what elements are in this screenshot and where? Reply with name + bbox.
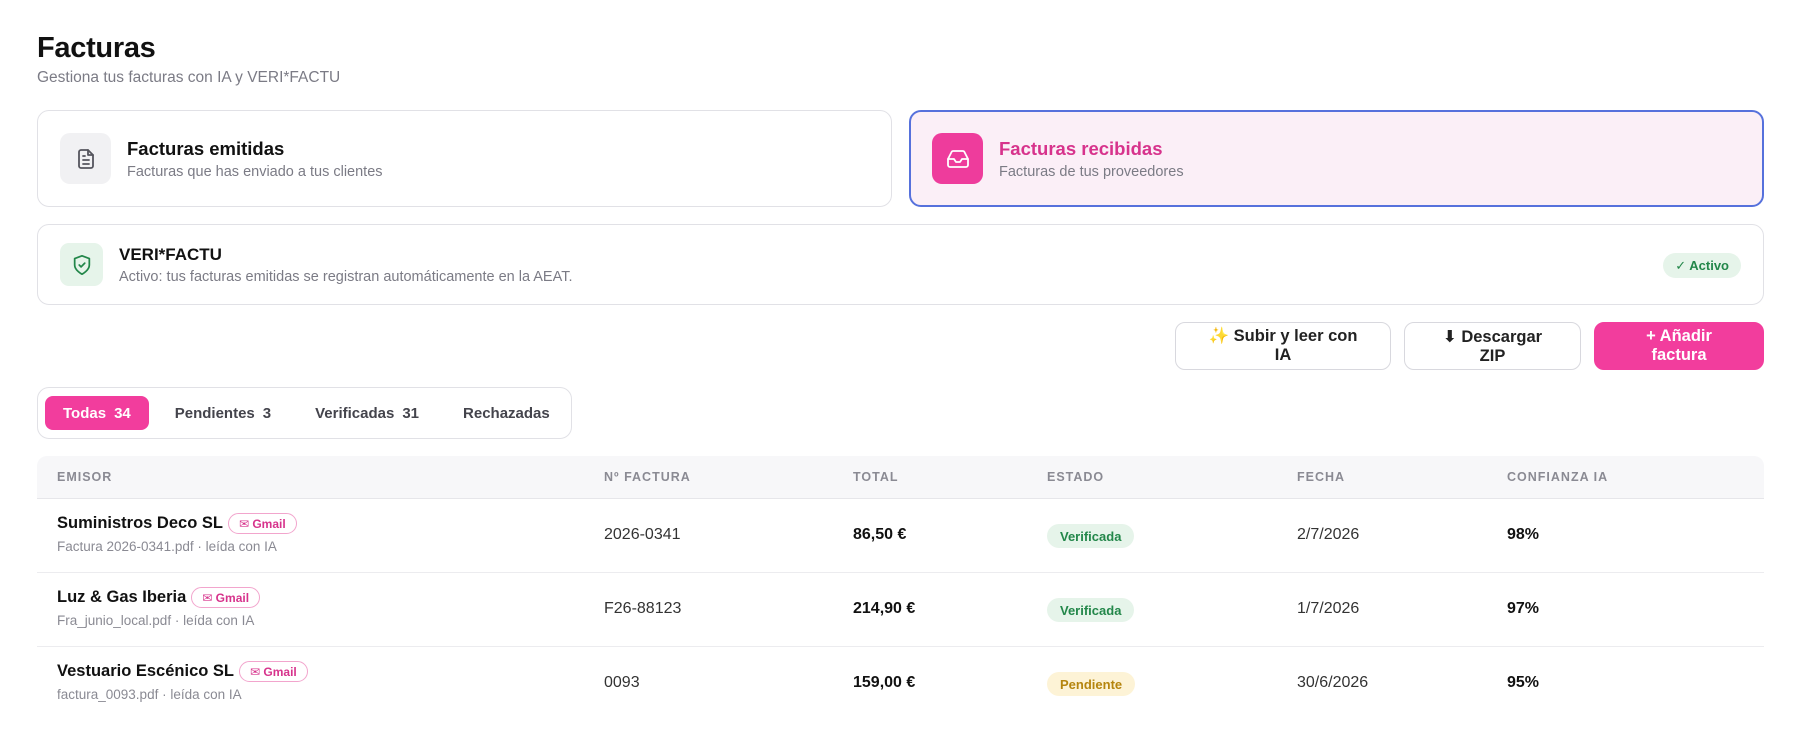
- tab-pending[interactable]: Pendientes 3: [157, 396, 289, 430]
- file-name: Fra_junio_local.pdf · leída con IA: [57, 613, 255, 628]
- col-header-estado[interactable]: ESTADO: [1047, 470, 1104, 484]
- invoice-number: F26-88123: [604, 600, 682, 617]
- verifactu-title: VERI*FACTU: [119, 244, 222, 264]
- invoices-page: Facturas Gestiona tus facturas con IA y …: [37, 30, 1764, 702]
- upload-ai-button[interactable]: ✨ Subir y leer con IA: [1175, 322, 1391, 370]
- page-title: Facturas: [37, 32, 156, 64]
- invoice-total: 86,50 €: [853, 526, 907, 543]
- card-issued-text: Facturas emitidas Facturas que has envia…: [127, 138, 383, 180]
- status-badge: Pendiente: [1047, 672, 1136, 696]
- invoice-total: 159,00 €: [853, 674, 916, 691]
- tab-verified-count: 31: [402, 404, 420, 422]
- tab-all-label: Todas: [63, 404, 107, 422]
- tab-rejected[interactable]: Rechazadas: [445, 396, 568, 430]
- invoice-date: 30/6/2026: [1297, 674, 1369, 691]
- verifactu-banner: VERI*FACTU Activo: tus facturas emitidas…: [37, 224, 1764, 305]
- col-header-numero[interactable]: Nº FACTURA: [604, 470, 691, 484]
- tab-pending-count: 3: [262, 404, 272, 422]
- action-toolbar: ✨ Subir y leer con IA ⬇ Descargar ZIP + …: [1175, 322, 1764, 370]
- table-row[interactable]: Vestuario Escénico SL ✉ Gmail factura_00…: [37, 647, 1764, 721]
- invoice-date: 1/7/2026: [1297, 600, 1360, 617]
- col-header-total[interactable]: TOTAL: [853, 470, 899, 484]
- tab-pending-label: Pendientes: [174, 404, 255, 422]
- emisor-name: Luz & Gas Iberia: [57, 588, 187, 606]
- card-issued-title: Facturas emitidas: [127, 137, 285, 159]
- table-row[interactable]: Suministros Deco SL ✉ Gmail Factura 2026…: [37, 499, 1764, 573]
- emisor-cell: Vestuario Escénico SL ✉ Gmail factura_00…: [57, 661, 308, 702]
- emisor-cell: Suministros Deco SL ✉ Gmail Factura 2026…: [57, 513, 297, 554]
- card-received-title: Facturas recibidas: [999, 137, 1163, 159]
- tab-verified[interactable]: Verificadas 31: [297, 396, 437, 430]
- tab-rejected-label: Rechazadas: [463, 404, 550, 422]
- col-header-confianza[interactable]: CONFIANZA IA: [1507, 470, 1608, 484]
- emisor-line: Vestuario Escénico SL ✉ Gmail: [57, 661, 308, 682]
- verifactu-desc: Activo: tus facturas emitidas se registr…: [119, 268, 573, 285]
- invoice-number: 0093: [604, 674, 640, 691]
- card-received-invoices[interactable]: Facturas recibidas Facturas de tus prove…: [909, 110, 1764, 207]
- ai-confidence: 97%: [1507, 600, 1540, 617]
- invoice-date: 2/7/2026: [1297, 526, 1360, 543]
- add-invoice-button[interactable]: + Añadir factura: [1594, 322, 1764, 370]
- table-header: EMISOR Nº FACTURA TOTAL ESTADO FECHA CON…: [37, 456, 1764, 499]
- file-name: factura_0093.pdf · leída con IA: [57, 687, 242, 702]
- invoice-type-cards: Facturas emitidas Facturas que has envia…: [37, 110, 1764, 207]
- card-issued-invoices[interactable]: Facturas emitidas Facturas que has envia…: [37, 110, 892, 207]
- tab-all[interactable]: Todas 34: [45, 396, 149, 430]
- emisor-line: Suministros Deco SL ✉ Gmail: [57, 513, 297, 534]
- gmail-source-badge: ✉ Gmail: [239, 661, 308, 682]
- verifactu-text: VERI*FACTU Activo: tus facturas emitidas…: [119, 245, 572, 285]
- col-header-fecha[interactable]: FECHA: [1297, 470, 1345, 484]
- card-received-text: Facturas recibidas Facturas de tus prove…: [999, 138, 1184, 180]
- emisor-line: Luz & Gas Iberia ✉ Gmail: [57, 587, 261, 608]
- tab-all-count: 34: [114, 404, 131, 422]
- card-received-desc: Facturas de tus proveedores: [999, 163, 1184, 180]
- status-badge: Verificada: [1047, 524, 1135, 548]
- gmail-source-badge: ✉ Gmail: [191, 587, 261, 608]
- ai-confidence: 98%: [1507, 526, 1540, 543]
- ai-confidence: 95%: [1507, 674, 1540, 691]
- card-issued-desc: Facturas que has enviado a tus clientes: [127, 163, 383, 180]
- gmail-source-badge: ✉ Gmail: [227, 513, 297, 534]
- tab-verified-label: Verificadas: [315, 404, 395, 422]
- file-name: Factura 2026-0341.pdf · leída con IA: [57, 539, 277, 554]
- document-icon: [60, 133, 111, 184]
- emisor-name: Vestuario Escénico SL: [57, 662, 234, 680]
- invoice-total: 214,90 €: [853, 600, 916, 617]
- download-zip-button[interactable]: ⬇ Descargar ZIP: [1404, 322, 1581, 370]
- emisor-cell: Luz & Gas Iberia ✉ Gmail Fra_junio_local…: [57, 587, 261, 628]
- emisor-name: Suministros Deco SL: [57, 514, 223, 532]
- inbox-icon: [932, 133, 983, 184]
- status-filter-tabs: Todas 34 Pendientes 3 Verificadas 31 Rec…: [37, 387, 572, 439]
- page-subtitle: Gestiona tus facturas con IA y VERI*FACT…: [37, 69, 341, 86]
- status-badge: Verificada: [1047, 598, 1135, 622]
- invoices-table: EMISOR Nº FACTURA TOTAL ESTADO FECHA CON…: [37, 456, 1764, 721]
- shield-check-icon: [60, 243, 103, 286]
- col-header-emisor[interactable]: EMISOR: [57, 470, 112, 484]
- table-row[interactable]: Luz & Gas Iberia ✉ Gmail Fra_junio_local…: [37, 573, 1764, 647]
- invoice-number: 2026-0341: [604, 526, 681, 543]
- verifactu-status-badge: ✓ Activo: [1663, 253, 1741, 278]
